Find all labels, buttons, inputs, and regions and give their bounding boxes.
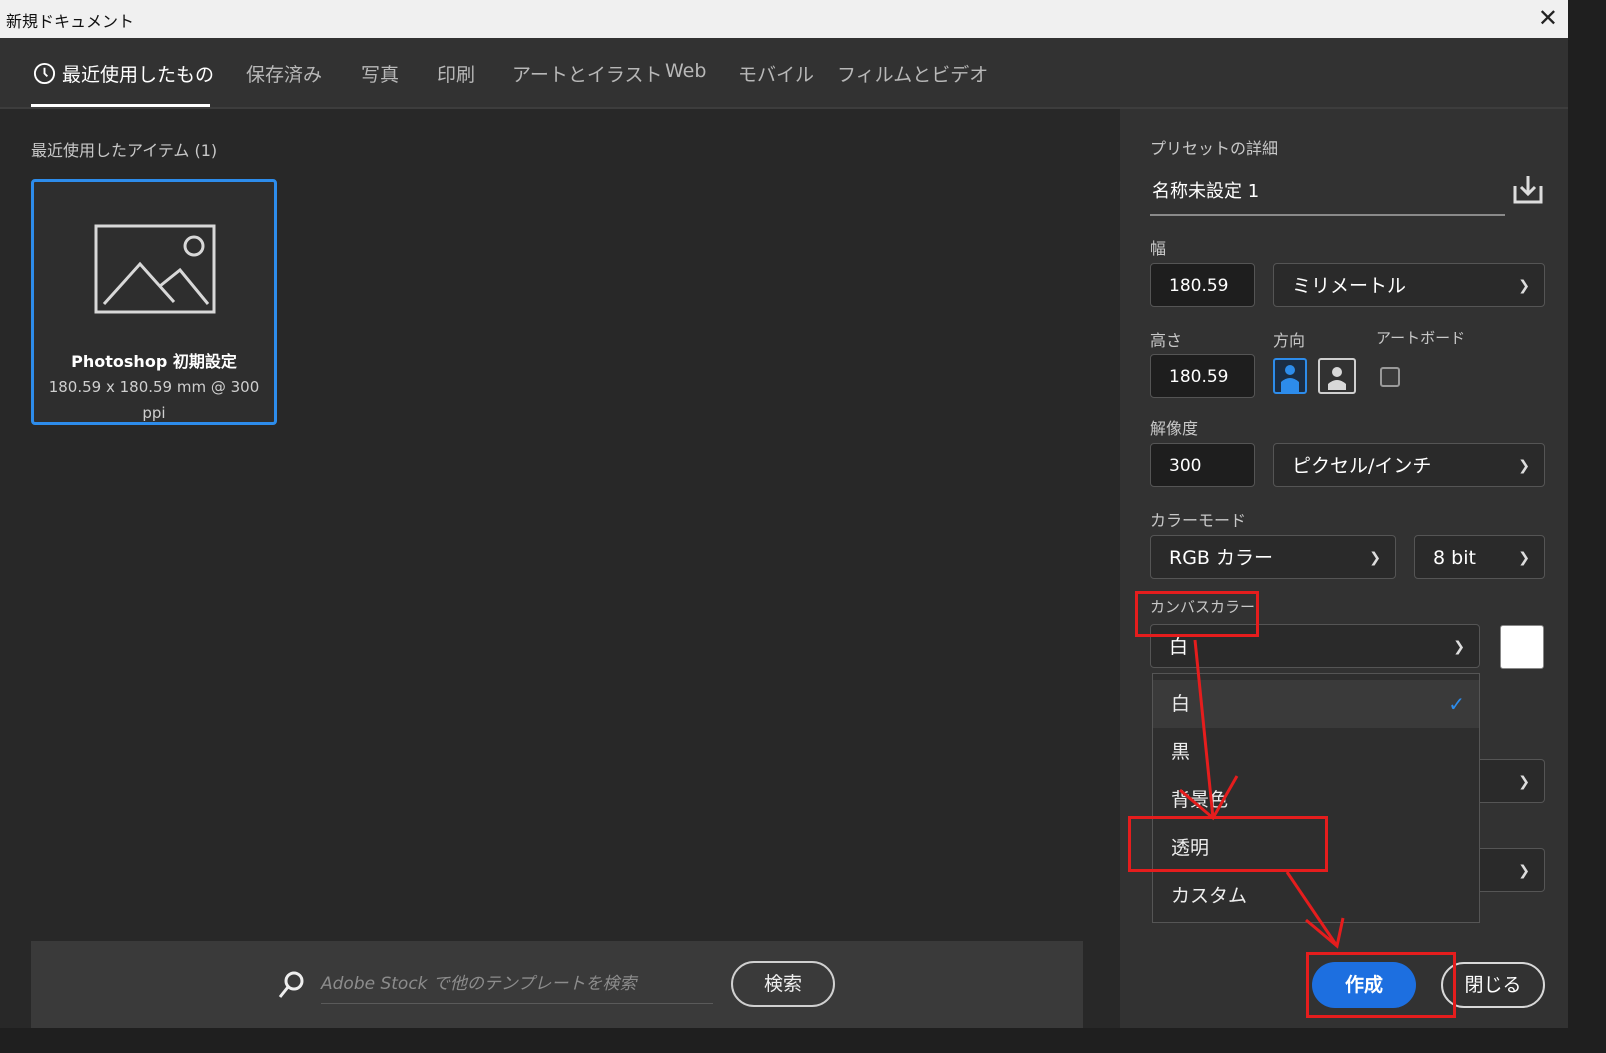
tab-web[interactable]: Web (665, 60, 706, 82)
width-unit-dropdown[interactable]: ミリメートル ❯ (1273, 263, 1545, 307)
canvas-color-swatch[interactable] (1500, 625, 1544, 669)
menu-item-label: 白 (1171, 693, 1191, 715)
width-input[interactable]: 180.59 (1150, 263, 1255, 307)
category-tabs: 最近使用したもの 保存済み 写真 印刷 アートとイラスト Web モバイル フィ… (0, 38, 1568, 109)
tab-print[interactable]: 印刷 (437, 60, 475, 87)
tab-saved[interactable]: 保存済み (246, 60, 322, 87)
recent-item-dimensions: 180.59 x 180.59 mm @ 300 ppi (48, 378, 260, 422)
bit-depth-value: 8 bit (1433, 547, 1476, 569)
resolution-unit-dropdown[interactable]: ピクセル/インチ ❯ (1273, 443, 1545, 487)
portrait-icon (1281, 365, 1299, 392)
tab-art-illustration[interactable]: アートとイラスト (512, 60, 662, 87)
portrait-orientation-button[interactable] (1273, 358, 1307, 394)
resolution-unit-value: ピクセル/インチ (1292, 455, 1432, 477)
annotation-box-canvas-color (1135, 591, 1259, 637)
width-unit-value: ミリメートル (1292, 275, 1407, 297)
recent-heading: 最近使用したアイテム (1) (31, 141, 218, 160)
window-title: 新規ドキュメント (6, 12, 135, 31)
menu-item-white[interactable]: 白 ✓ (1153, 680, 1479, 728)
menu-item-custom[interactable]: カスタム (1153, 872, 1479, 920)
preset-heading: プリセットの詳細 (1150, 139, 1279, 158)
chevron-down-icon: ❯ (1369, 550, 1381, 566)
advanced-dropdown-1[interactable]: ❯ (1480, 759, 1545, 803)
tab-label: 最近使用したもの (62, 64, 215, 86)
chevron-down-icon: ❯ (1518, 278, 1530, 294)
recent-item-card[interactable]: Photoshop 初期設定 180.59 x 180.59 mm @ 300 … (31, 179, 277, 425)
close-window-icon[interactable]: ✕ (1538, 4, 1558, 32)
chevron-down-icon: ❯ (1453, 639, 1465, 655)
chevron-down-icon: ❯ (1518, 458, 1530, 474)
annotation-box-create (1306, 952, 1456, 1018)
color-mode-label: カラーモード (1150, 511, 1247, 530)
search-icon (278, 971, 304, 998)
save-preset-icon[interactable] (1512, 174, 1544, 204)
checkmark-icon: ✓ (1448, 692, 1465, 716)
recent-item-name: Photoshop 初期設定 (71, 352, 237, 371)
active-tab-indicator (31, 104, 210, 107)
color-mode-value: RGB カラー (1169, 547, 1273, 569)
clock-icon (33, 62, 56, 85)
preset-name-field[interactable]: 名称未設定 1 (1150, 170, 1505, 216)
close-button[interactable]: 閉じる (1441, 962, 1545, 1008)
orientation-label: 方向 (1273, 331, 1306, 350)
stock-search-bar: Adobe Stock で他のテンプレートを検索 検索 (31, 941, 1083, 1028)
tab-mobile[interactable]: モバイル (738, 60, 814, 87)
landscape-orientation-button[interactable] (1318, 358, 1356, 394)
canvas-color-menu: 白 ✓ 黒 背景色 透明 カスタム (1152, 673, 1480, 923)
height-input[interactable]: 180.59 (1150, 354, 1255, 398)
chevron-down-icon: ❯ (1518, 550, 1530, 566)
search-button[interactable]: 検索 (731, 961, 835, 1007)
tab-recent[interactable]: 最近使用したもの (33, 60, 214, 87)
chevron-down-icon: ❯ (1518, 774, 1530, 790)
tab-photo[interactable]: 写真 (361, 60, 399, 87)
landscape-icon (1328, 367, 1346, 390)
image-placeholder-icon (94, 224, 216, 314)
resolution-label: 解像度 (1150, 419, 1199, 438)
tab-film-video[interactable]: フィルムとビデオ (837, 60, 988, 87)
menu-item-black[interactable]: 黒 (1153, 728, 1479, 776)
resolution-input[interactable]: 300 (1150, 443, 1255, 487)
color-mode-dropdown[interactable]: RGB カラー ❯ (1150, 535, 1396, 579)
advanced-dropdown-2[interactable]: ❯ (1480, 848, 1545, 892)
title-bar: 新規ドキュメント ✕ (0, 0, 1568, 38)
annotation-box-transparent (1128, 816, 1328, 872)
artboard-label: アートボード (1376, 329, 1466, 347)
width-label: 幅 (1150, 239, 1167, 258)
chevron-down-icon: ❯ (1518, 863, 1530, 879)
bit-depth-dropdown[interactable]: 8 bit ❯ (1414, 535, 1545, 579)
artboard-checkbox[interactable] (1380, 367, 1400, 387)
canvas-color-value: 白 (1169, 636, 1189, 658)
height-label: 高さ (1150, 331, 1183, 350)
stock-search-input[interactable]: Adobe Stock で他のテンプレートを検索 (321, 969, 713, 1004)
